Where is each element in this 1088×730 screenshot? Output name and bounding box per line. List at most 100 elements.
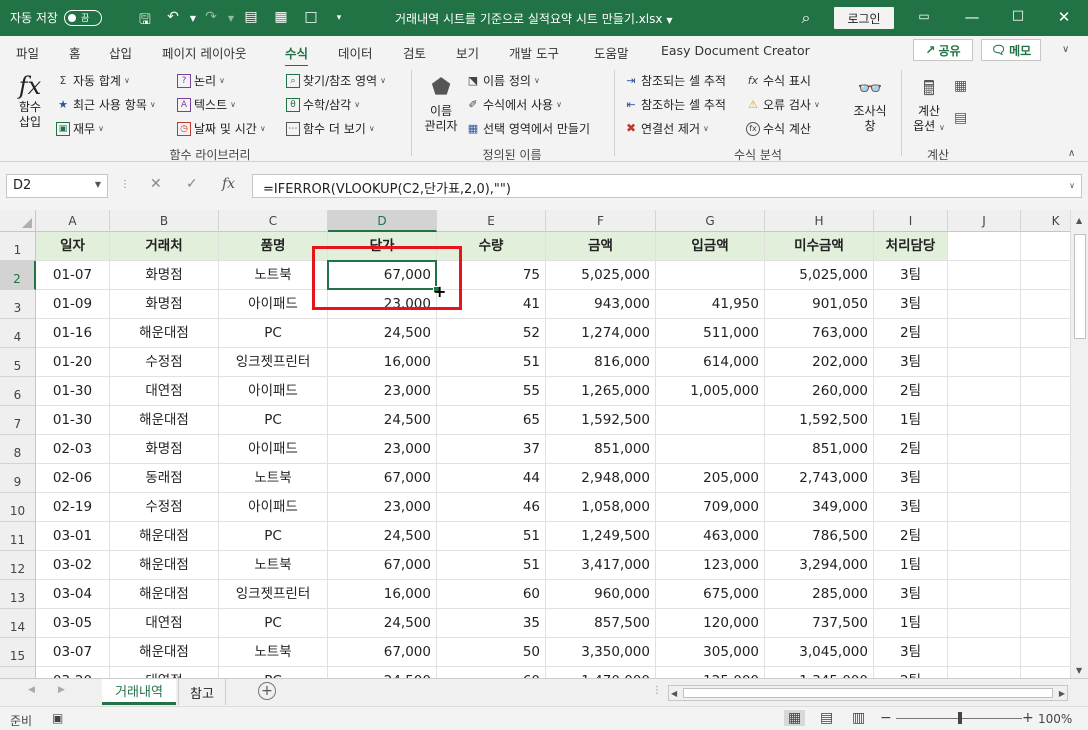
empty-cell[interactable] [948, 522, 1021, 551]
scroll-right-icon[interactable]: ▶ [1059, 689, 1065, 698]
cell-store[interactable]: 화명점 [110, 435, 219, 464]
cell-store[interactable]: 해운대점 [110, 319, 219, 348]
cell-store[interactable]: 대연점 [110, 377, 219, 406]
cell-paid[interactable]: 305,000 [656, 638, 765, 667]
cell-date[interactable]: 01-09 [36, 290, 110, 319]
form-icon[interactable]: ▤ [242, 9, 260, 25]
cell-unit-price[interactable]: 23,000 [328, 493, 437, 522]
empty-cell[interactable] [1021, 348, 1070, 377]
cell-due[interactable]: 1,592,500 [765, 406, 874, 435]
cell-date[interactable]: 02-19 [36, 493, 110, 522]
financial-button[interactable]: ▣ 재무 ∨ [56, 120, 104, 137]
cell-due[interactable]: 901,050 [765, 290, 874, 319]
row-header[interactable]: 11 [0, 522, 36, 551]
column-header-e[interactable]: E [437, 210, 546, 232]
cell-date[interactable]: 03-02 [36, 551, 110, 580]
cell-quantity[interactable]: 52 [437, 319, 546, 348]
empty-cell[interactable] [1021, 319, 1070, 348]
cell-quantity[interactable]: 51 [437, 551, 546, 580]
tab-review[interactable]: 검토 [403, 43, 426, 62]
cell-amount[interactable]: 5,025,000 [546, 261, 656, 290]
column-header-f[interactable]: F [546, 210, 656, 232]
cell-item[interactable]: PC [219, 667, 328, 678]
error-checking-button[interactable]: ⚠ 오류 검사 ∨ [746, 96, 820, 113]
cell-store[interactable]: 수정점 [110, 348, 219, 377]
cell-paid[interactable] [656, 261, 765, 290]
zoom-out-icon[interactable]: − [880, 710, 892, 726]
new-document-icon[interactable]: □ [302, 9, 320, 25]
login-button[interactable]: 로그인 [834, 7, 894, 29]
cell-unit-price[interactable]: 67,000 [328, 551, 437, 580]
date-time-button[interactable]: ◷ 날짜 및 시간 ∨ [177, 120, 266, 137]
cell-item[interactable]: PC [219, 406, 328, 435]
empty-cell[interactable] [1021, 551, 1070, 580]
cell-date[interactable]: 03-05 [36, 609, 110, 638]
empty-cell[interactable] [948, 348, 1021, 377]
cell-date[interactable]: 01-30 [36, 406, 110, 435]
cell-paid[interactable]: 125,000 [656, 667, 765, 678]
cell-unit-price[interactable]: 24,500 [328, 319, 437, 348]
cell-team[interactable]: 3팀 [874, 348, 948, 377]
autosum-button[interactable]: Σ 자동 합계 ∨ [56, 72, 130, 89]
empty-cell[interactable] [948, 319, 1021, 348]
sheet-tab-transactions[interactable]: 거래내역 [102, 679, 176, 705]
cell-team[interactable]: 2팀 [874, 435, 948, 464]
tab-formulas[interactable]: 수식 [285, 43, 309, 68]
row-header[interactable]: 10 [0, 493, 36, 522]
cell-amount[interactable]: 1,058,000 [546, 493, 656, 522]
spreadsheet-grid[interactable]: A B C D E F G H I J K 1 2 3 4 5 6 7 8 9 10 11 12 13 14 15 일자 거래처 품명 단… [0, 210, 1070, 678]
empty-cell[interactable] [1021, 638, 1070, 667]
header-cell-amount[interactable]: 금액 [546, 232, 656, 261]
empty-cell[interactable] [1021, 290, 1070, 319]
logical-button[interactable]: ? 논리 ∨ [177, 72, 225, 89]
column-header-h[interactable]: H [765, 210, 874, 232]
close-icon[interactable]: ✕ [1054, 8, 1074, 26]
vertical-scroll-thumb[interactable] [1074, 234, 1086, 339]
empty-cell[interactable] [1021, 464, 1070, 493]
cell-amount[interactable]: 816,000 [546, 348, 656, 377]
cell-item[interactable]: 아이패드 [219, 377, 328, 406]
autosave-toggle[interactable]: 끔 [63, 9, 102, 26]
cell-date[interactable]: 01-30 [36, 377, 110, 406]
cell-amount[interactable]: 1,592,500 [546, 406, 656, 435]
trace-dependents-button[interactable]: ⇤ 참조하는 셀 추적 [624, 96, 726, 113]
column-header-a[interactable]: A [36, 210, 110, 232]
cell-amount[interactable]: 851,000 [546, 435, 656, 464]
normal-view-icon[interactable]: ▦ [784, 710, 806, 726]
row-header[interactable]: 7 [0, 406, 36, 435]
minimize-icon[interactable]: — [962, 8, 982, 26]
vertical-scrollbar[interactable]: ▲ ▼ [1070, 210, 1088, 678]
cell-amount[interactable]: 3,350,000 [546, 638, 656, 667]
cell-paid[interactable]: 41,950 [656, 290, 765, 319]
cell-store[interactable]: 해운대점 [110, 551, 219, 580]
ribbon-display-icon[interactable]: ▭ [914, 9, 934, 23]
header-cell-team[interactable]: 처리담당 [874, 232, 948, 261]
horizontal-scrollbar[interactable]: ◀ ▶ [668, 685, 1068, 701]
cancel-icon[interactable]: ✕ [150, 176, 162, 192]
tab-home[interactable]: 홈 [69, 43, 81, 62]
cell-paid[interactable]: 120,000 [656, 609, 765, 638]
tab-split-handle-icon[interactable]: ⋮ [652, 685, 662, 696]
column-header-d[interactable]: D [328, 210, 437, 232]
tab-easy-document-creator[interactable]: Easy Document Creator [661, 43, 810, 58]
autosave[interactable]: 자동 저장 끔 [10, 9, 102, 26]
empty-cell[interactable] [948, 377, 1021, 406]
empty-cell[interactable] [948, 580, 1021, 609]
row-header[interactable]: 9 [0, 464, 36, 493]
cell-amount[interactable]: 857,500 [546, 609, 656, 638]
cell-item[interactable]: 노트북 [219, 638, 328, 667]
select-all-corner[interactable] [0, 210, 36, 232]
cell-store[interactable]: 대연점 [110, 667, 219, 678]
cell-store[interactable]: 해운대점 [110, 638, 219, 667]
evaluate-formula-button[interactable]: fx 수식 계산 [746, 120, 811, 137]
cell-store[interactable]: 해운대점 [110, 580, 219, 609]
name-box[interactable]: D2 ▼ [6, 174, 108, 198]
tab-data[interactable]: 데이터 [338, 43, 373, 62]
header-cell-paid[interactable]: 입금액 [656, 232, 765, 261]
cell-item[interactable]: 잉크젯프린터 [219, 348, 328, 377]
cell-date[interactable]: 03-01 [36, 522, 110, 551]
column-header-k[interactable]: K [1021, 210, 1070, 232]
cell-paid[interactable]: 123,000 [656, 551, 765, 580]
empty-cell[interactable] [948, 464, 1021, 493]
grid-icon[interactable]: ▦ [272, 9, 290, 25]
